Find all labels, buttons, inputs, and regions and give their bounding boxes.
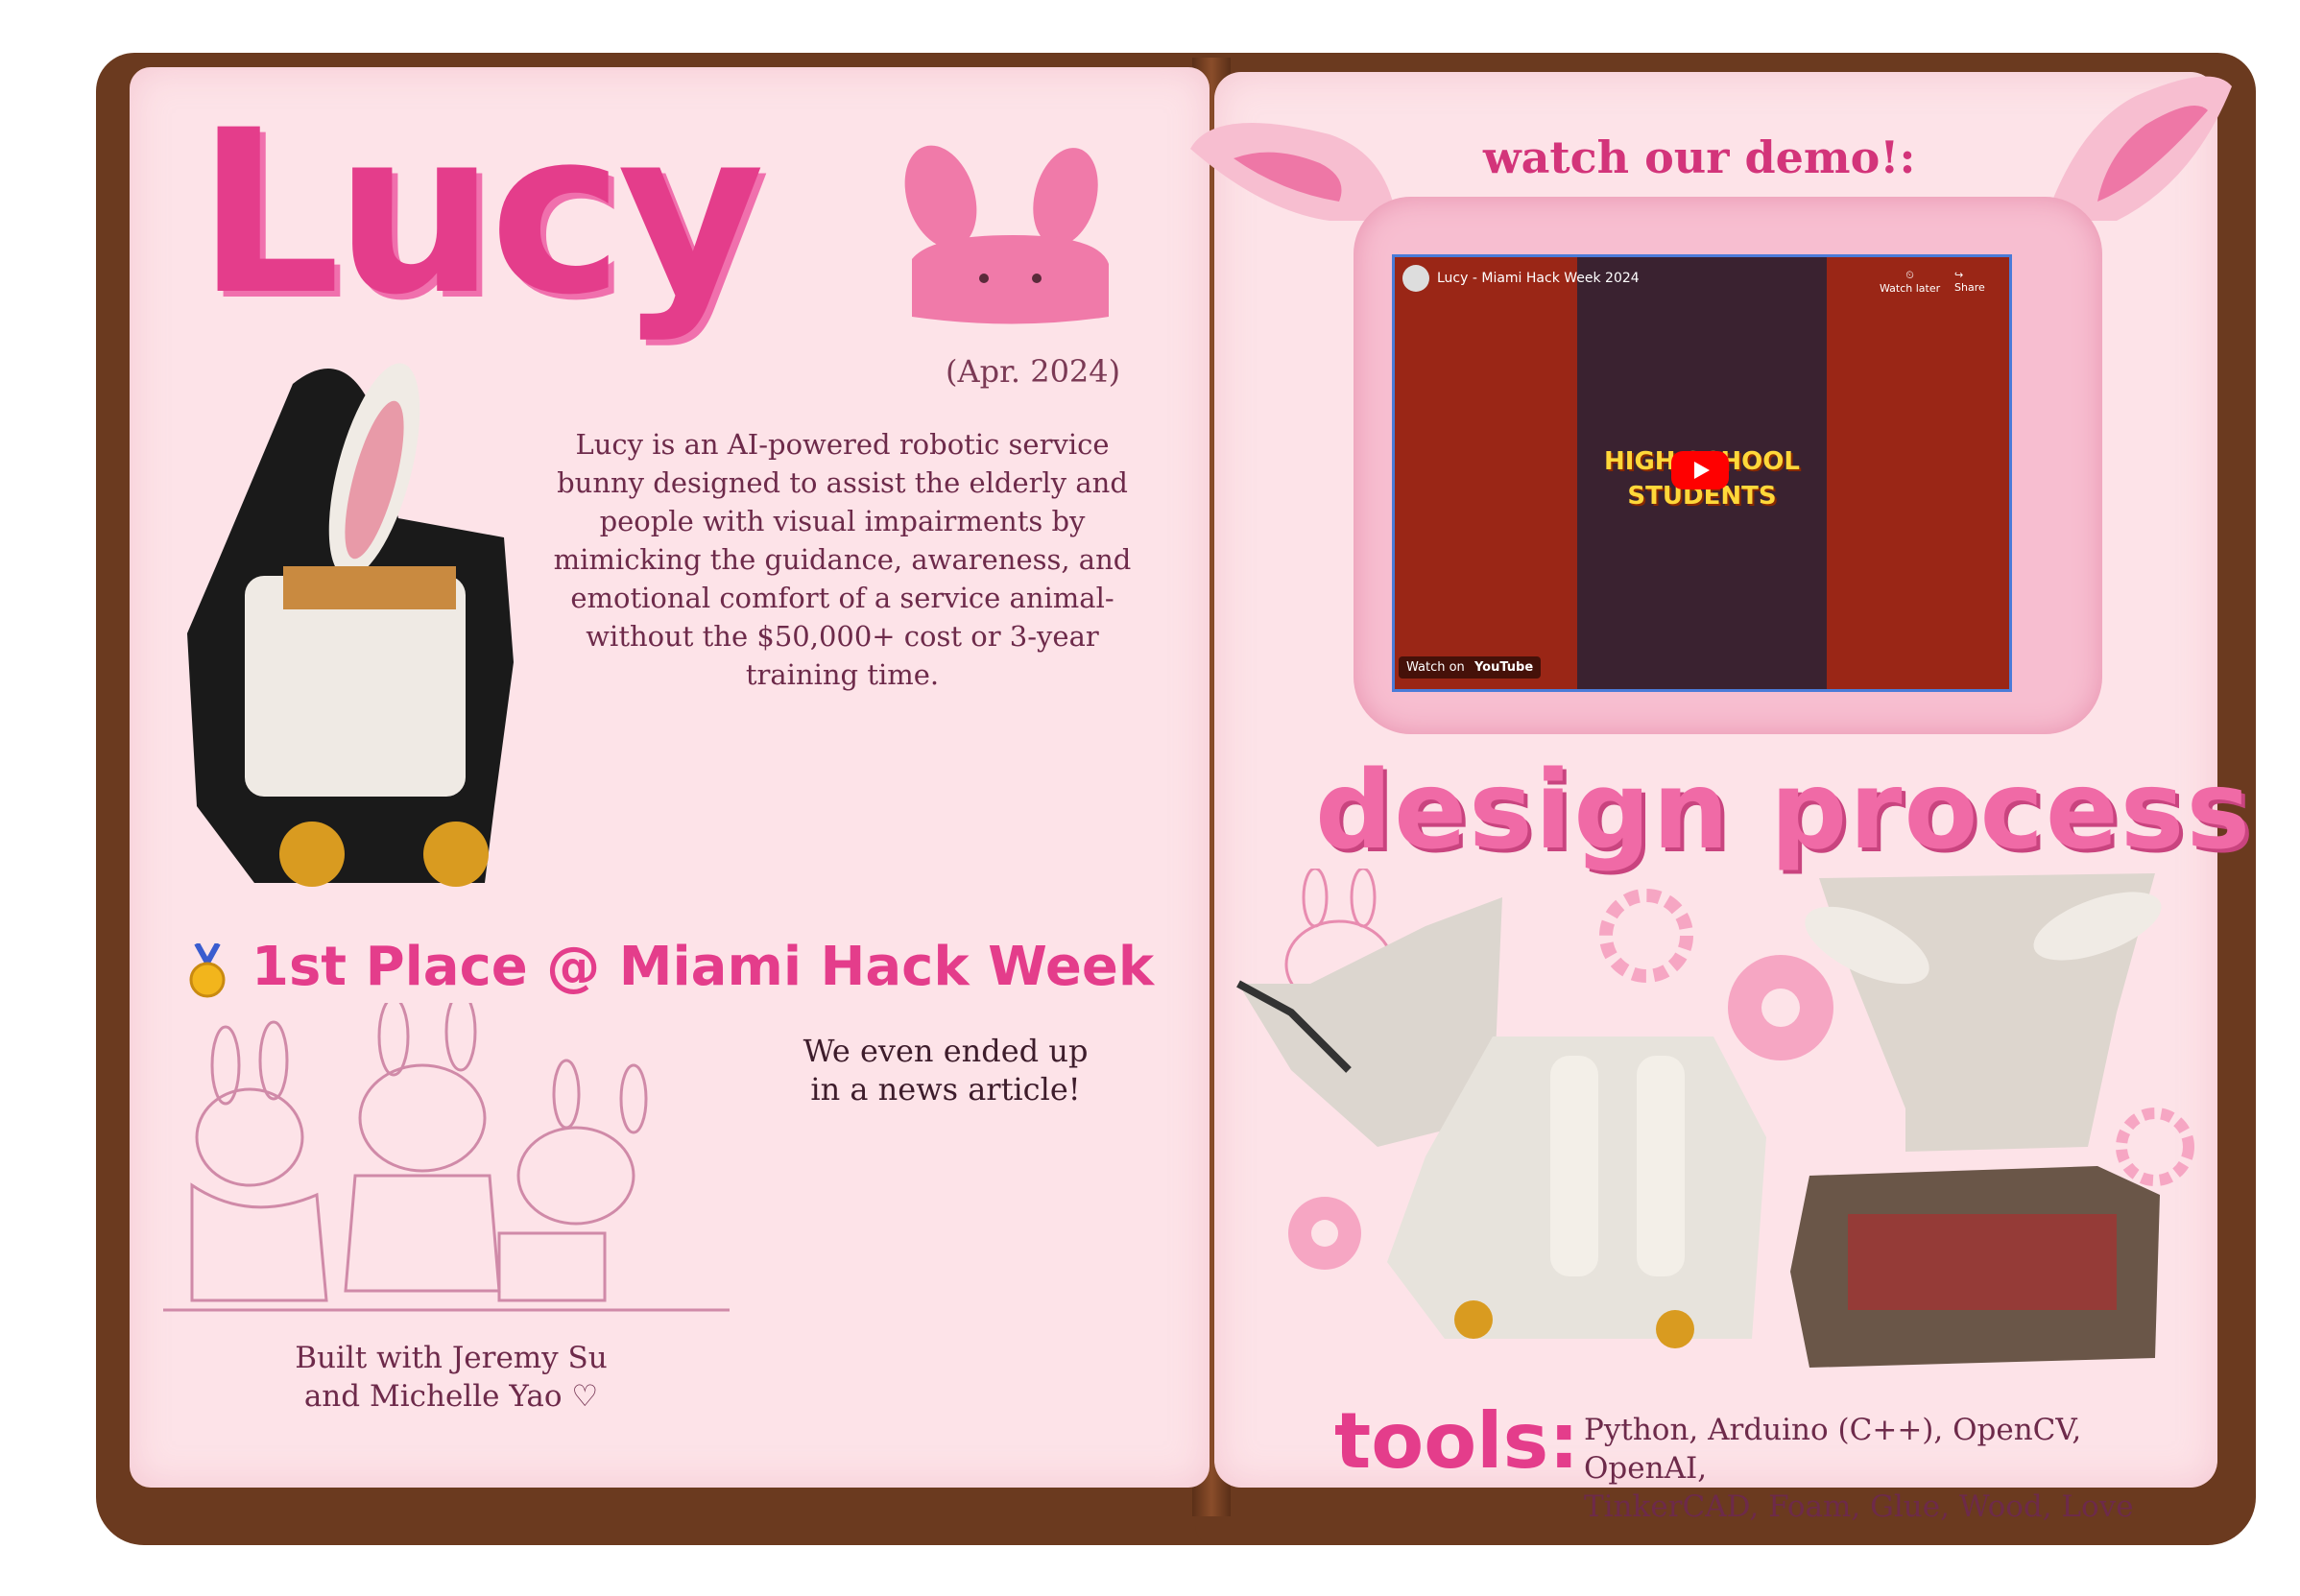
team-bunnies-sketch [163,1003,730,1312]
project-date: (Apr. 2024) [946,353,1121,390]
watch-on-youtube-button[interactable]: Watch on YouTube [1399,656,1542,679]
youtube-embed[interactable]: Lucy - Miami Hack Week 2024 ⏲ Watch late… [1392,254,2012,692]
news-note: We even ended up in a news article! [768,1032,1123,1108]
gear-icon [2116,1108,2194,1186]
award-heading: 1st Place @ Miami Hack Week [252,936,1155,998]
tools-line1: Python, Arduino (C++), OpenCV, OpenAI, [1584,1413,2082,1486]
robot-bunny-photo [187,363,514,887]
page-title: Lucy [197,83,765,345]
bunny-head-icon [904,145,1109,324]
channel-avatar[interactable] [1402,265,1429,292]
design-process-heading: design process [1315,749,2253,873]
credits-line1: Built with Jeremy Su [295,1341,608,1375]
play-button[interactable] [1671,451,1729,489]
tools-list: Python, Arduino (C++), OpenCV, OpenAI, T… [1584,1411,2160,1526]
project-description: Lucy is an AI-powered robotic service bu… [553,428,1132,691]
tools-line2: TinkerCAD, Foam, Glue, Wood, Love [1584,1489,2134,1524]
watch-later-label: Watch later [1880,282,1941,295]
youtube-logo: YouTube [1473,660,1534,675]
share-icon: ↪ [1954,269,1964,281]
credits-line2: and Michelle Yao ♡ [303,1379,599,1414]
news-note-line2: in a news article! [810,1071,1081,1108]
watch-on-label: Watch on [1406,660,1465,675]
clock-icon: ⏲ [1905,269,1914,281]
video-title[interactable]: Lucy - Miami Hack Week 2024 [1437,271,1640,286]
watch-later-button[interactable]: ⏲ Watch later [1880,269,1940,295]
share-button[interactable]: ↪ Share [1954,269,1985,294]
design-process-collage [1236,869,2194,1368]
demo-label: watch our demo!: [1483,131,1916,183]
share-label: Share [1954,281,1985,294]
gear-icon [1599,889,1693,983]
tools-heading: tools: [1334,1396,1580,1486]
medal-icon [189,943,226,998]
credits-note: Built with Jeremy Su and Michelle Yao ♡ [250,1339,653,1416]
news-note-line1: We even ended up [803,1033,1089,1069]
